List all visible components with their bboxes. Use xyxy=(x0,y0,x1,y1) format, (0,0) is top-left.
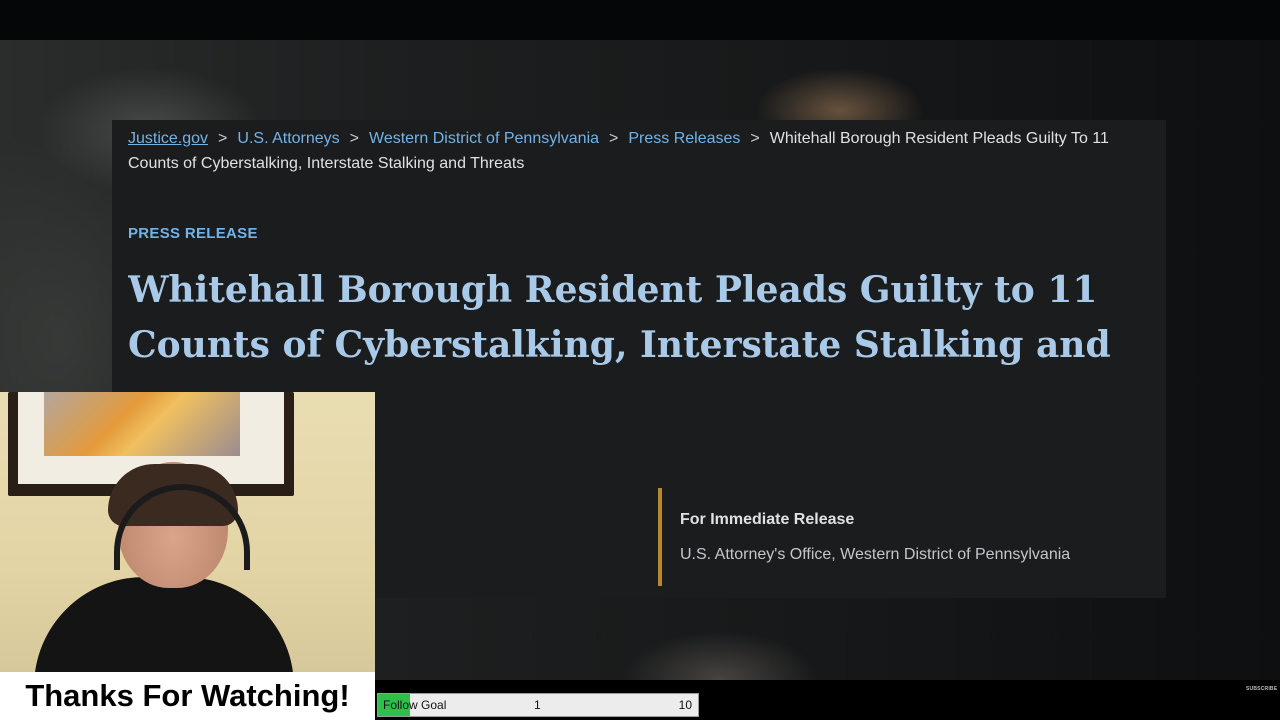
follow-goal-current: 1 xyxy=(534,698,541,712)
subscribe-watermark[interactable]: SUBSCRIBE xyxy=(1246,686,1277,692)
press-release-eyebrow: PRESS RELEASE xyxy=(128,225,258,242)
release-office: U.S. Attorney's Office, Western District… xyxy=(680,546,1071,563)
follow-goal-bar: Follow Goal 1 10 xyxy=(377,693,699,717)
follow-goal-target: 10 xyxy=(678,698,692,712)
release-label: For Immediate Release xyxy=(680,511,855,528)
thanks-for-watching-banner: Thanks For Watching! xyxy=(0,672,375,720)
breadcrumb-separator: > xyxy=(349,130,359,147)
breadcrumb-separator: > xyxy=(609,130,619,147)
breadcrumb-western-district[interactable]: Western District of Pennsylvania xyxy=(369,130,599,147)
follow-goal-label: Follow Goal xyxy=(383,698,447,712)
stream-top-bar xyxy=(0,0,1280,40)
breadcrumb-justice-gov[interactable]: Justice.gov xyxy=(128,130,208,147)
breadcrumb-us-attorneys[interactable]: U.S. Attorneys xyxy=(237,130,339,147)
release-info-box: For Immediate Release U.S. Attorney's Of… xyxy=(658,488,1142,586)
streamer-body xyxy=(34,577,294,680)
breadcrumb-separator: > xyxy=(218,130,228,147)
breadcrumb-press-releases[interactable]: Press Releases xyxy=(628,130,740,147)
breadcrumb: Justice.gov > U.S. Attorneys > Western Distr… xyxy=(128,126,1158,176)
breadcrumb-separator: > xyxy=(750,130,760,147)
article-title: Whitehall Borough Resident Pleads Guilty… xyxy=(128,269,1111,381)
webcam-overlay xyxy=(0,392,375,680)
framed-artwork xyxy=(44,392,240,456)
